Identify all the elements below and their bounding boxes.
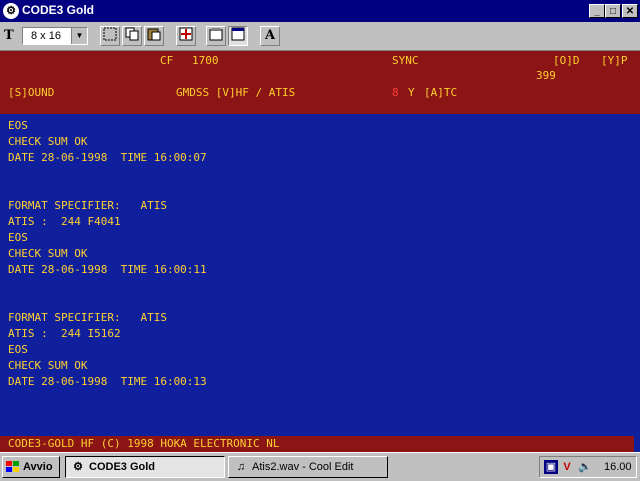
log-line: EOS bbox=[8, 343, 28, 356]
paste-button[interactable] bbox=[144, 26, 164, 46]
volume-icon[interactable]: 🔈 bbox=[578, 460, 592, 474]
log-line: CHECK SUM OK bbox=[8, 247, 88, 260]
copyright-banner: CODE3-GOLD HF (C) 1998 HOKA ELECTRONIC N… bbox=[0, 436, 634, 452]
log-line: FORMAT SPECIFIER: ATIS bbox=[8, 311, 167, 324]
status-panel: CF 1700 SYNC [O]D [Y]P 399 [S]OUND GMDSS… bbox=[0, 51, 640, 110]
chevron-down-icon[interactable]: ▼ bbox=[71, 28, 87, 44]
toolbar: T 8 x 16 ▼ A bbox=[0, 22, 640, 51]
font-size-value: 8 x 16 bbox=[31, 30, 61, 42]
maximize-button[interactable]: □ bbox=[605, 4, 621, 18]
log-line: CHECK SUM OK bbox=[8, 135, 88, 148]
font-button[interactable]: A bbox=[260, 26, 280, 46]
taskbar-item-code3-gold[interactable]: ⚙ CODE3 Gold bbox=[65, 456, 225, 478]
indicator-value: 8 bbox=[392, 86, 399, 99]
paste-icon bbox=[147, 28, 161, 41]
log-line: FORMAT SPECIFIER: ATIS bbox=[8, 199, 167, 212]
antivirus-icon[interactable]: V bbox=[560, 460, 574, 474]
copy-button[interactable] bbox=[122, 26, 142, 46]
log-line: DATE 28-06-1998 TIME 16:00:07 bbox=[8, 151, 207, 164]
background-button[interactable] bbox=[228, 26, 248, 46]
properties-icon bbox=[209, 28, 223, 41]
mode-label[interactable]: GMDSS [V]HF / ATIS bbox=[176, 86, 295, 99]
task-label: Atis2.wav - Cool Edit bbox=[252, 461, 354, 473]
select-all-button[interactable] bbox=[100, 26, 120, 46]
copy-icon bbox=[125, 27, 139, 41]
atc-option[interactable]: [A]TC bbox=[424, 86, 457, 99]
yp-option[interactable]: [Y]P bbox=[601, 54, 628, 67]
windows-logo-icon bbox=[6, 461, 19, 472]
clock[interactable]: 16.00 bbox=[604, 461, 632, 473]
app-icon: ⚙ bbox=[73, 461, 83, 473]
minimize-button[interactable]: _ bbox=[589, 4, 605, 18]
window-icon bbox=[231, 27, 245, 41]
fullscreen-icon bbox=[179, 27, 193, 41]
start-label: Avvio bbox=[23, 461, 53, 473]
y-flag: Y bbox=[408, 86, 415, 99]
message-log: EOS CHECK SUM OK DATE 28-06-1998 TIME 16… bbox=[8, 118, 207, 390]
log-line: ATIS : 244 I5162 bbox=[8, 327, 121, 340]
fullscreen-button[interactable] bbox=[176, 26, 196, 46]
marquee-icon bbox=[103, 27, 117, 41]
log-line: ATIS : 244 F4041 bbox=[8, 215, 121, 228]
log-line: DATE 28-06-1998 TIME 16:00:11 bbox=[8, 263, 207, 276]
system-tray: ▣ V 🔈 16.00 bbox=[539, 456, 637, 478]
title-bar: ⚙ CODE3 Gold _ □ ✕ bbox=[0, 0, 640, 22]
close-button[interactable]: ✕ bbox=[622, 4, 638, 18]
log-line: EOS bbox=[8, 119, 28, 132]
log-line: EOS bbox=[8, 231, 28, 244]
cf-value: 1700 bbox=[192, 54, 219, 67]
sound-option[interactable]: [S]OUND bbox=[8, 86, 54, 99]
monitor-icon[interactable]: ▣ bbox=[544, 460, 558, 474]
od-option[interactable]: [O]D bbox=[553, 54, 580, 67]
cf-label: CF bbox=[160, 54, 174, 67]
task-label: CODE3 Gold bbox=[89, 461, 156, 473]
start-button[interactable]: Avvio bbox=[2, 456, 60, 478]
decoded-count: 399 bbox=[536, 69, 556, 82]
log-line: CHECK SUM OK bbox=[8, 359, 88, 372]
font-size-select[interactable]: 8 x 16 ▼ bbox=[22, 27, 88, 45]
window-title: CODE3 Gold bbox=[22, 3, 95, 17]
log-line: DATE 28-06-1998 TIME 16:00:13 bbox=[8, 375, 207, 388]
panel-separator bbox=[0, 110, 640, 114]
taskbar: Avvio ⚙ CODE3 Gold ♫ Atis2.wav - Cool Ed… bbox=[0, 452, 640, 481]
copyright-text: CODE3-GOLD HF (C) 1998 HOKA ELECTRONIC N… bbox=[8, 437, 280, 450]
properties-button[interactable] bbox=[206, 26, 226, 46]
font-icon: T bbox=[4, 28, 14, 43]
app-icon[interactable]: ⚙ bbox=[3, 3, 19, 19]
taskbar-item-cool-edit[interactable]: ♫ Atis2.wav - Cool Edit bbox=[228, 456, 388, 478]
terminal-area[interactable]: CF 1700 SYNC [O]D [Y]P 399 [S]OUND GMDSS… bbox=[0, 51, 640, 452]
audio-editor-icon: ♫ bbox=[236, 461, 246, 473]
sync-label: SYNC bbox=[392, 54, 419, 67]
